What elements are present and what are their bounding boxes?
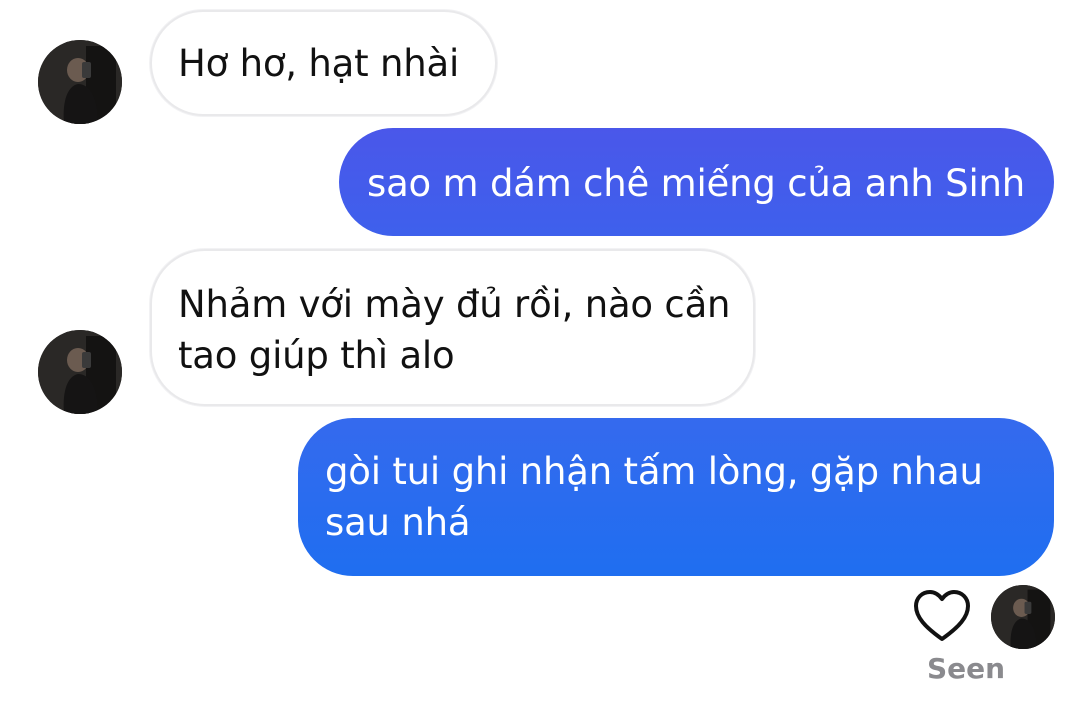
contact-avatar[interactable] — [38, 330, 122, 414]
contact-avatar[interactable] — [38, 40, 122, 124]
message-text: sao m dám chê miếng của anh Sinh — [367, 162, 1026, 205]
seen-status: Seen — [926, 652, 1006, 685]
message-text-line: tao giúp thì alo — [178, 334, 455, 377]
message-bubble-incoming[interactable]: Hơ hơ, hạt nhài — [150, 10, 497, 116]
message-bubble-outgoing[interactable]: gòi tui ghi nhận tấm lòng, gặp nhau sau … — [298, 418, 1054, 576]
person-photo-icon — [991, 585, 1055, 649]
heart-outline-icon[interactable] — [913, 589, 971, 643]
message-text-line: gòi tui ghi nhận tấm lòng, gặp nhau — [325, 450, 983, 493]
person-photo-icon — [38, 330, 122, 414]
message-bubble-outgoing[interactable]: sao m dám chê miếng của anh Sinh — [339, 128, 1054, 236]
seen-avatar — [991, 585, 1055, 649]
message-text: Hơ hơ, hạt nhài — [178, 42, 460, 85]
person-photo-icon — [38, 40, 122, 124]
message-text-line: sau nhá — [325, 501, 471, 544]
message-text-line: Nhảm với mày đủ rồi, nào cần — [178, 283, 731, 326]
message-bubble-incoming[interactable]: Nhảm với mày đủ rồi, nào cần tao giúp th… — [150, 249, 755, 406]
